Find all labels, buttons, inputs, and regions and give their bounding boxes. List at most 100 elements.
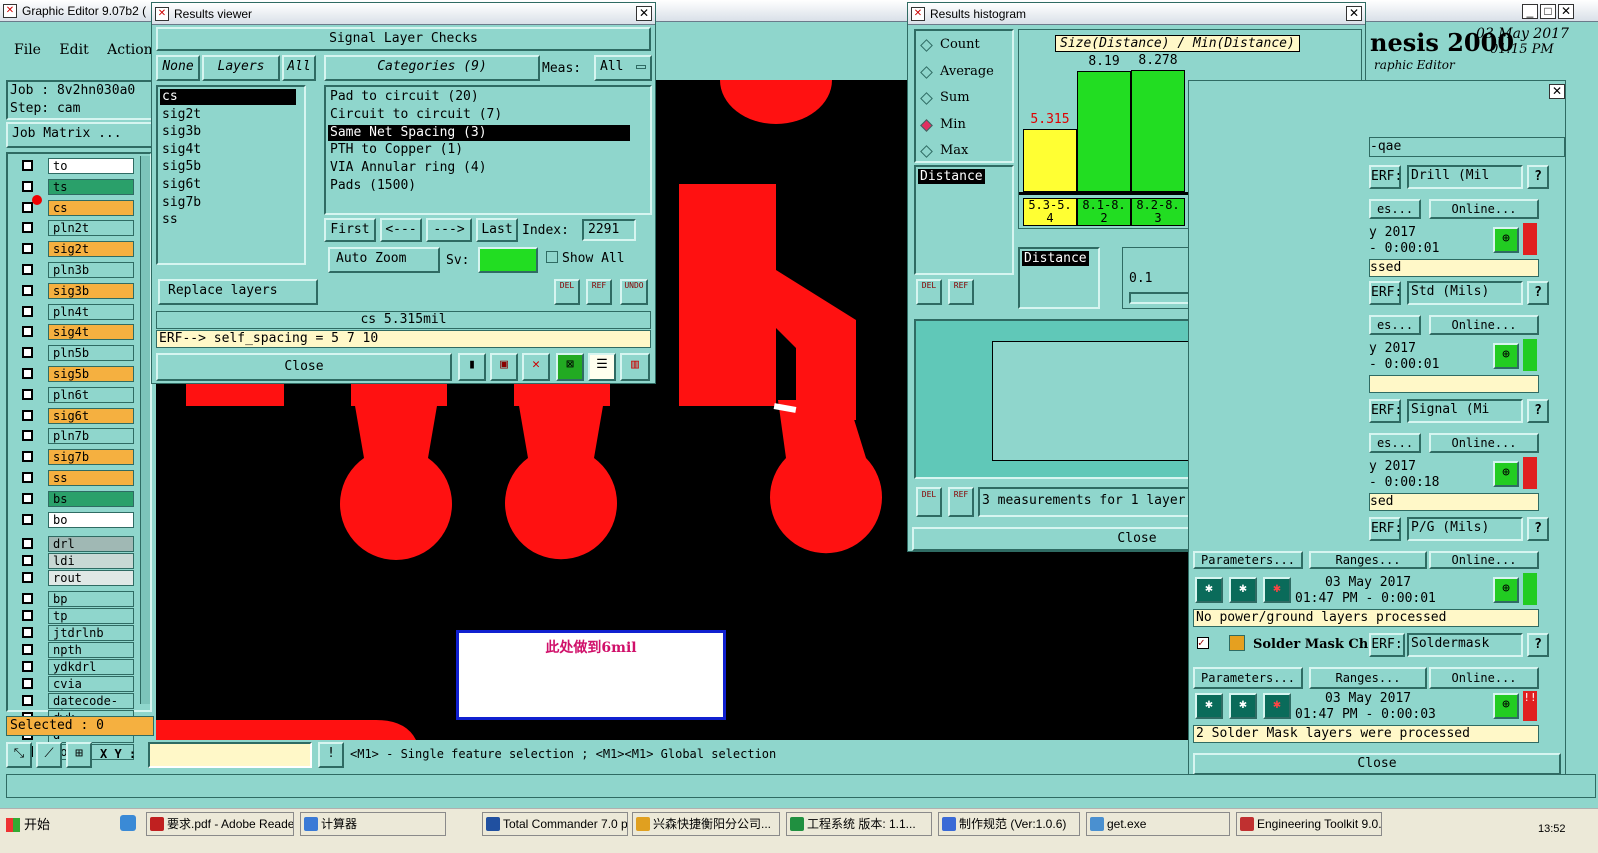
qae-online-button[interactable]: Online... [1429,315,1539,335]
rv-meas-select[interactable]: All [594,55,652,81]
layer-name[interactable]: cvia [48,676,134,693]
qae-erf-select[interactable]: Signal (Mi [1407,399,1523,423]
layer-row[interactable]: jtdrlnb [18,625,134,642]
qae-help-icon[interactable]: ? [1527,399,1549,423]
grid-tool-icon[interactable]: ⊞ [66,742,92,768]
start-button[interactable]: 开始 [4,813,58,839]
rv-category-item[interactable]: VIA Annular ring (4) [328,160,630,176]
rv-chart-icon[interactable]: ▮ [458,353,486,381]
layer-checkbox[interactable] [22,513,33,525]
rv-auto-zoom-select[interactable]: Auto Zoom [328,247,440,273]
layer-name[interactable]: ldi [48,553,134,570]
qae-erf-button[interactable]: ERF: [1369,517,1402,541]
layer-name[interactable]: bp [48,591,134,608]
layer-name[interactable]: sig6t [48,407,134,424]
qae-erf-button[interactable]: ERF: [1369,165,1402,189]
hist-option[interactable]: Sum [920,90,1010,108]
layer-checkbox[interactable] [22,538,33,550]
layer-row[interactable]: bp [18,591,134,608]
rv-categories-button[interactable]: Categories (9) [324,55,540,81]
layer-checkbox[interactable] [22,243,33,255]
pg-run-icon-2[interactable]: ✱ [1229,577,1257,603]
qae-zoom-icon[interactable]: ⊕ [1493,461,1519,487]
rv-layer-item[interactable]: ss [160,212,296,228]
layer-name[interactable]: drl [48,536,134,553]
qae-es-button[interactable]: es... [1369,433,1421,453]
rv-layer-item[interactable]: sig7b [160,195,296,211]
rv-del-button[interactable]: DEL [554,279,580,305]
alert-icon[interactable]: ! [318,742,344,768]
layer-row[interactable]: rout [18,570,134,587]
menu-file[interactable]: File [14,42,41,58]
taskbar-item[interactable]: 工程系统 版本: 1.1... [786,812,932,836]
layer-checkbox[interactable] [22,409,33,421]
layer-name[interactable]: sig2t [48,241,134,258]
minimize-button[interactable]: _ [1522,4,1538,19]
sm-zoom-icon[interactable]: ⊕ [1493,693,1519,719]
qae-erf-button[interactable]: ERF: [1369,281,1402,305]
taskbar-item[interactable]: 要求.pdf - Adobe Reader [146,812,294,836]
pg-ranges-button[interactable]: Ranges... [1309,551,1427,569]
layer-checkbox[interactable] [22,627,33,639]
layer-name[interactable]: pln7b [48,428,134,445]
sm-erf-select[interactable]: Soldermask [1407,633,1523,657]
sm-online-button[interactable]: Online... [1429,667,1539,689]
layer-name[interactable]: ydkdrl [48,659,134,676]
layer-name[interactable]: pln6t [48,386,134,403]
hist-option[interactable]: Min [920,117,1010,135]
layer-checkbox[interactable] [22,264,33,275]
layer-name[interactable]: bo [48,511,134,528]
layer-checkbox[interactable] [22,610,33,622]
sm-run-icon[interactable]: ✱ [1195,693,1223,719]
layer-name[interactable]: ts [48,178,134,195]
rv-category-item[interactable]: Same Net Spacing (3) [328,124,630,141]
layer-checkbox[interactable] [22,555,33,567]
layer-checkbox[interactable] [22,222,33,234]
layer-name[interactable]: bs [48,490,134,507]
layer-checkbox[interactable] [22,451,33,463]
close-window-button[interactable]: ✕ [1558,4,1574,19]
layer-row[interactable]: pln4t [18,303,134,320]
hist-close-icon[interactable]: ✕ [1346,6,1362,21]
layer-name[interactable]: pln5b [48,345,134,362]
layer-row[interactable]: sig3b [18,282,134,299]
rv-layer-item[interactable]: sig2t [160,107,296,123]
rv-next-button[interactable]: ---> [426,218,472,242]
layer-row[interactable]: pln6t [18,386,134,403]
layer-row[interactable]: sig7b [18,449,134,466]
layer-name[interactable]: pln2t [48,220,134,237]
layer-checkbox[interactable] [22,472,33,483]
taskbar-item[interactable]: 制作规范 (Ver:1.0.6) [938,812,1080,836]
qae-erf-select[interactable]: P/G (Mils) [1407,517,1523,541]
layer-checkbox[interactable] [22,661,33,673]
rv-category-list[interactable]: Pad to circuit (20) Circuit to circuit (7… [324,85,652,215]
rv-notes-icon[interactable]: ☰ [588,353,616,381]
layer-checkbox[interactable] [22,695,33,707]
layer-checkbox[interactable] [22,347,33,359]
layer-checkbox[interactable] [22,572,33,584]
qae-es-button[interactable]: es... [1369,199,1421,219]
qae-es-button[interactable]: es... [1369,315,1421,335]
layer-name[interactable]: ss [48,470,134,486]
rv-close-icon[interactable]: ✕ [636,6,652,21]
qae-erf-select[interactable]: Std (Mils) [1407,281,1523,305]
rv-index-input[interactable]: 2291 [582,219,636,241]
qae-online-button[interactable]: Online... [1429,199,1539,219]
layer-name[interactable]: to [48,158,134,174]
layer-row[interactable]: bs [18,490,134,507]
rv-none-button[interactable]: None [156,55,200,81]
rv-layer-item[interactable]: sig6t [160,177,296,193]
layer-name[interactable]: sig3b [48,282,134,299]
rv-layer-item[interactable]: sig4t [160,142,296,158]
layer-row[interactable]: bo [18,511,134,528]
layer-checkbox[interactable] [22,326,33,338]
rv-stats-icon[interactable]: ⊠ [556,353,584,381]
qae-close-icon[interactable]: ✕ [1549,84,1565,99]
layer-name[interactable]: pln4t [48,303,134,320]
layer-name[interactable]: sig7b [48,449,134,466]
layer-list-scrollbar[interactable] [140,156,150,704]
job-matrix-button[interactable]: Job Matrix ... [6,122,154,148]
layer-name[interactable]: jtdrlnb [48,625,134,642]
rv-sv-select[interactable] [478,247,538,273]
layer-checkbox[interactable] [22,678,33,690]
